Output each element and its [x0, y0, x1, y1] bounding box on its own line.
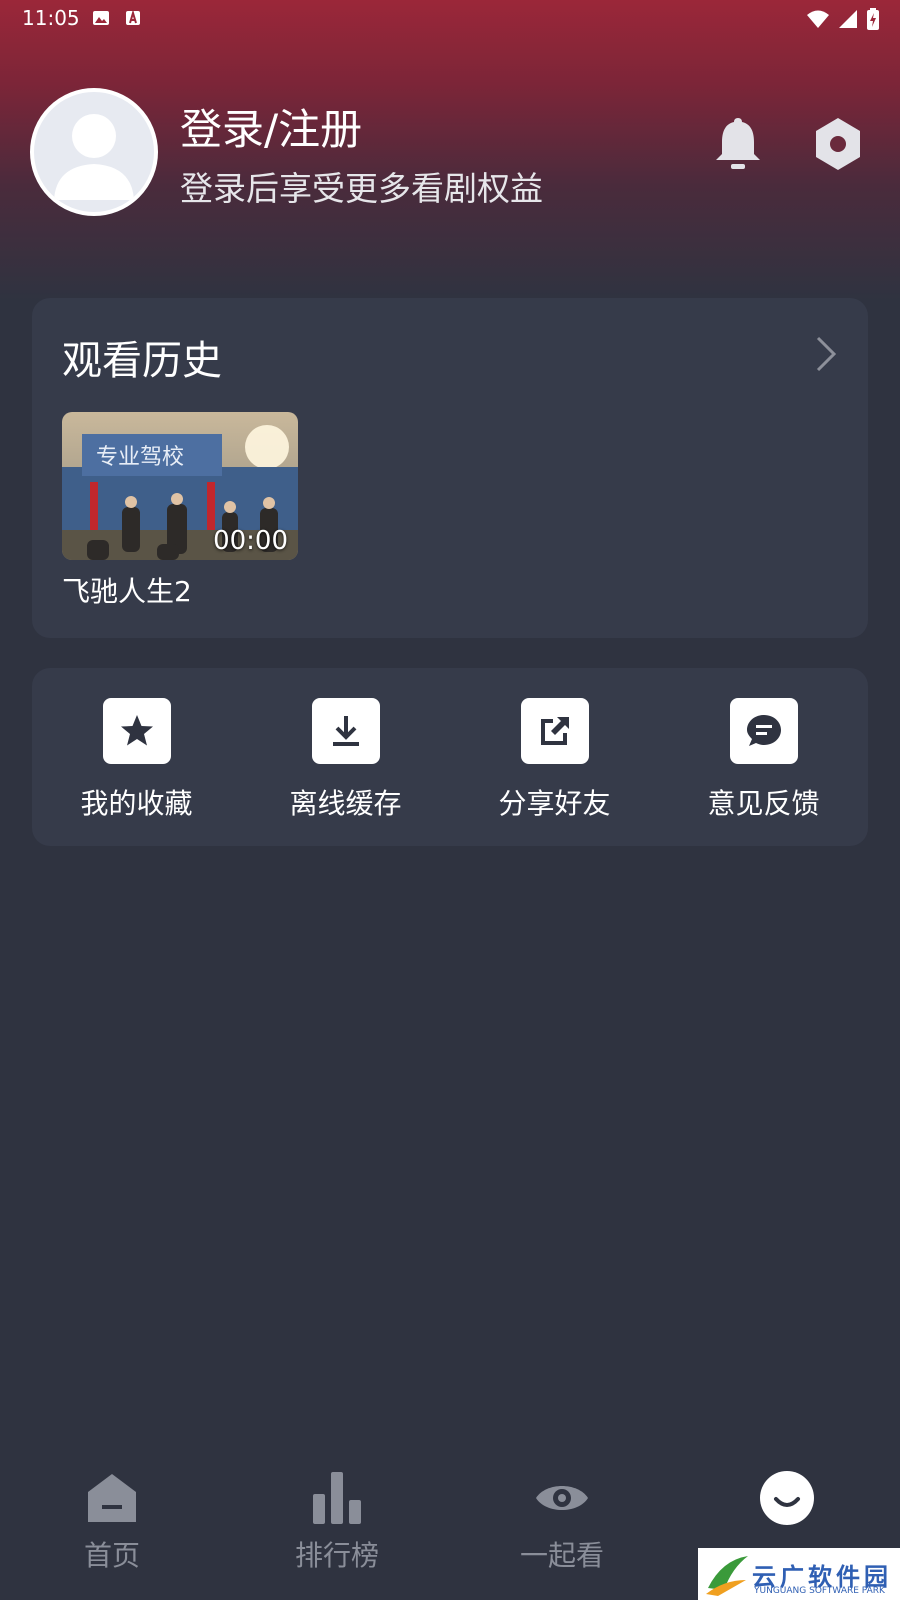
tab-watch-together[interactable]: 一起看	[502, 1470, 622, 1574]
login-register-title[interactable]: 登录/注册	[180, 96, 362, 157]
watermark: 云广软件园 YUNGUANG SOFTWARE PARK	[698, 1548, 900, 1600]
tab-home[interactable]: 首页	[52, 1470, 172, 1574]
status-time: 11:05	[22, 6, 80, 30]
feedback-label: 意见反馈	[707, 787, 820, 820]
settings-icon[interactable]	[812, 116, 864, 172]
quick-actions-card: 我的收藏 离线缓存 分享好友 意见反馈	[32, 668, 868, 846]
tab-profile[interactable]	[727, 1470, 847, 1534]
wifi-icon	[807, 10, 829, 28]
smile-icon	[760, 1471, 814, 1525]
favorites-button[interactable]: 我的收藏	[32, 668, 241, 846]
status-bar: 11:05	[0, 0, 900, 38]
battery-icon	[867, 8, 879, 30]
watermark-logo-icon	[706, 1556, 748, 1596]
tab-ranking-label: 排行榜	[294, 1539, 379, 1572]
profile-header[interactable]: 登录/注册 登录后享受更多看剧权益	[30, 86, 870, 216]
offline-cache-label: 离线缓存	[289, 787, 402, 820]
app-notification-icon	[126, 9, 140, 25]
thumb-sign-text: 专业驾校	[96, 445, 184, 470]
tab-watch-together-label: 一起看	[519, 1539, 604, 1572]
eye-icon	[536, 1486, 588, 1510]
history-video-title[interactable]: 飞驰人生2	[62, 570, 192, 610]
download-icon	[332, 716, 359, 746]
bell-icon[interactable]	[714, 116, 762, 172]
star-icon	[120, 715, 153, 746]
gallery-notification-icon	[93, 11, 109, 25]
watch-history-card: 观看历史 专业驾校 00:00 飞驰人生2	[32, 298, 868, 638]
feedback-icon	[746, 715, 781, 746]
cellular-signal-icon	[839, 10, 857, 28]
tab-home-label: 首页	[83, 1539, 140, 1572]
avatar[interactable]	[30, 88, 158, 216]
video-progress-time: 00:00	[213, 526, 288, 556]
share-friends-label: 分享好友	[498, 787, 611, 820]
watermark-subtext: YUNGUANG SOFTWARE PARK	[754, 1586, 885, 1596]
share-friends-button[interactable]: 分享好友	[450, 668, 659, 846]
feedback-button[interactable]: 意见反馈	[659, 668, 868, 846]
share-icon	[540, 717, 569, 745]
default-avatar-icon	[54, 114, 134, 200]
offline-cache-button[interactable]: 离线缓存	[241, 668, 450, 846]
login-benefits-subtitle: 登录后享受更多看剧权益	[180, 169, 543, 208]
bar-chart-icon	[313, 1472, 361, 1524]
favorites-label: 我的收藏	[80, 787, 193, 820]
home-icon	[88, 1474, 136, 1522]
tab-ranking[interactable]: 排行榜	[277, 1470, 397, 1574]
chevron-right-icon[interactable]	[814, 334, 838, 374]
history-video-thumbnail[interactable]: 专业驾校 00:00	[62, 412, 298, 560]
watch-history-title: 观看历史	[62, 338, 222, 384]
